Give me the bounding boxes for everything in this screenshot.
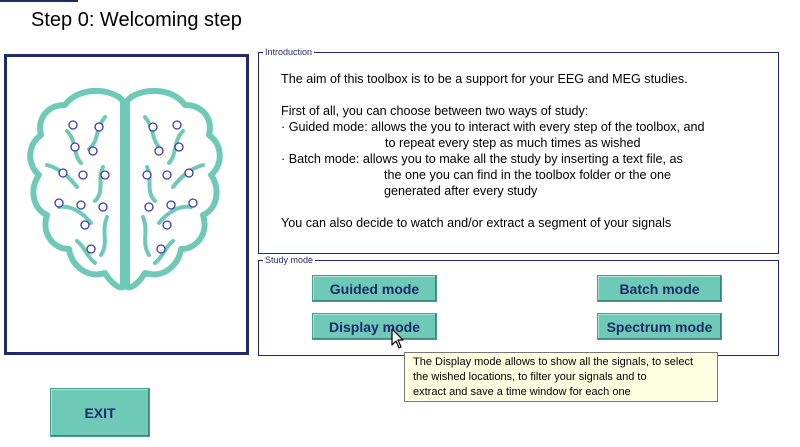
- intro-line: You can also decide to watch and/or extr…: [281, 216, 672, 230]
- introduction-text: The aim of this toolbox is to be a suppo…: [281, 71, 705, 231]
- introduction-panel: Introduction The aim of this toolbox is …: [258, 47, 779, 254]
- intro-line: · Guided mode: allows the you to interac…: [281, 120, 705, 134]
- introduction-legend: Introduction: [265, 47, 313, 57]
- tooltip-line: The Display mode allows to show all the …: [413, 356, 694, 368]
- top-divider: [0, 0, 78, 2]
- intro-line: The aim of this toolbox is to be a suppo…: [281, 72, 688, 86]
- spectrum-mode-button[interactable]: Spectrum mode: [597, 313, 722, 340]
- exit-button[interactable]: EXIT: [50, 388, 150, 437]
- display-mode-button[interactable]: Display mode: [312, 313, 437, 340]
- brain-icon: [27, 87, 223, 291]
- brain-image-frame: [4, 54, 249, 355]
- intro-line: to repeat every step as much times as wi…: [385, 136, 641, 150]
- display-mode-tooltip: The Display mode allows to show all the …: [404, 352, 718, 402]
- intro-line: First of all, you can choose between two…: [281, 104, 589, 118]
- study-mode-legend: Study mode: [265, 255, 314, 265]
- intro-line: · Batch mode: allows you to make all the…: [281, 152, 683, 166]
- mouse-pointer-icon: [391, 328, 405, 355]
- tooltip-line: extract and save a time window for each …: [413, 386, 631, 398]
- batch-mode-button[interactable]: Batch mode: [597, 275, 722, 302]
- guided-mode-button[interactable]: Guided mode: [312, 275, 437, 302]
- tooltip-line: the wished locations, to filter your sig…: [413, 371, 647, 383]
- intro-line: the one you can find in the toolbox fold…: [384, 168, 672, 182]
- page-title: Step 0: Welcoming step: [31, 9, 242, 31]
- intro-line: generated after every study: [384, 184, 538, 198]
